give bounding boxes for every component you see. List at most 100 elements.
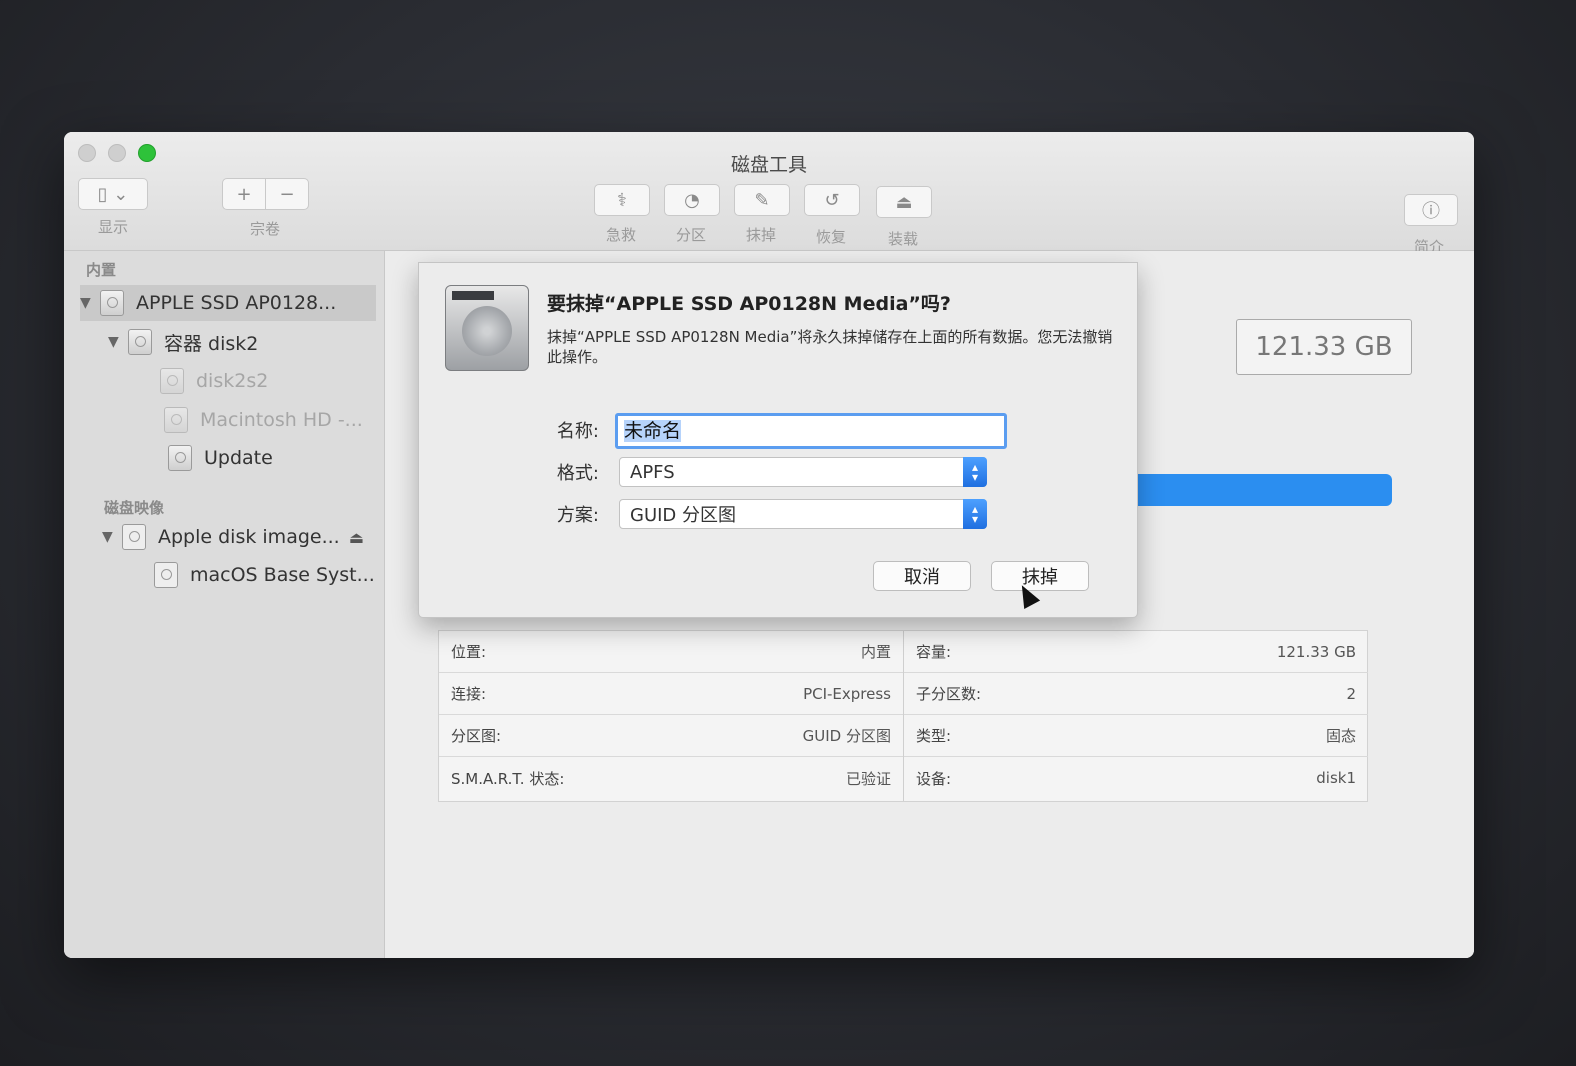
volume-label: 宗卷 (249, 220, 280, 238)
info-value: PCI-Express (803, 684, 891, 703)
info-key: 子分区数: (916, 685, 982, 703)
info-column-left: 位置: 内置 连接: PCI-Express 分区图: GUID 分区图 S.M.A.… (439, 631, 903, 801)
sidebar-item-disk-image[interactable]: ▼ Apple disk image... ⏏ (102, 519, 364, 555)
volume-icon (168, 445, 192, 471)
sidebar-item-base-system[interactable]: macOS Base Syst... (154, 557, 375, 593)
updown-chevron-icon: ▴ ▾ (963, 457, 987, 487)
usage-bar (1114, 474, 1392, 506)
updown-chevron-icon: ▴ ▾ (963, 499, 987, 529)
chevron-down-icon: ⌄ (113, 183, 129, 205)
sidebar-item-macintosh-hd[interactable]: Macintosh HD -... (164, 402, 363, 438)
first-aid-button[interactable]: ⚕ (594, 184, 650, 216)
sidebar-item-update[interactable]: Update (168, 440, 273, 476)
info-row: 设备: disk1 (904, 757, 1368, 799)
view-label: 显示 (97, 218, 128, 236)
info-row: 子分区数: 2 (904, 673, 1368, 715)
dialog-title: 要抹掉“APPLE SSD AP0128N Media”吗? (547, 293, 951, 315)
name-label: 名称: (556, 421, 599, 442)
add-volume-button[interactable]: + (222, 178, 266, 210)
sidebar-item-label: 容器 disk2 (164, 332, 259, 355)
name-field-value: 未命名 (624, 420, 682, 442)
cancel-button[interactable]: 取消 (873, 561, 971, 591)
restore-button[interactable]: ↺ (804, 184, 860, 216)
info-button[interactable]: ⓘ (1404, 194, 1458, 226)
disk-image-icon (122, 524, 146, 550)
disclosure-triangle-icon[interactable]: ▼ (80, 295, 100, 311)
info-value: 2 (1346, 684, 1356, 703)
sidebar: 内置 ▼ APPLE SSD AP0128... ▼ 容器 disk2 disk… (64, 251, 385, 958)
info-row: 容量: 121.33 GB (904, 631, 1368, 673)
capacity-display: 121.33 GB (1236, 319, 1412, 375)
view-button[interactable]: ▯ ⌄ (78, 178, 148, 210)
info-column-right: 容量: 121.33 GB 子分区数: 2 类型: 固态 设备: disk1 (903, 631, 1368, 801)
info-icon: ⓘ (1422, 201, 1440, 222)
erase-button[interactable]: 抹掉 (991, 561, 1089, 591)
pencil-icon: ✎ (754, 189, 770, 211)
partition-label: 分区 (675, 226, 706, 244)
info-value: 121.33 GB (1276, 642, 1356, 661)
section-internal: 内置 (86, 261, 117, 279)
eject-icon[interactable]: ⏏ (349, 528, 364, 547)
sidebar-item-ssd[interactable]: ▼ APPLE SSD AP0128... (80, 285, 376, 321)
info-table: 位置: 内置 连接: PCI-Express 分区图: GUID 分区图 S.M.A.… (438, 630, 1368, 802)
info-value: 已验证 (845, 769, 891, 788)
info-key: 连接: (451, 685, 487, 703)
sidebar-item-label: disk2s2 (196, 370, 269, 392)
window-title: 磁盘工具 (730, 154, 807, 176)
sidebar-item-label: macOS Base Syst... (190, 564, 375, 586)
eject-icon: ⏏ (895, 191, 913, 213)
info-key: 类型: (916, 727, 952, 745)
info-value: GUID 分区图 (802, 727, 891, 745)
sidebar-item-label: Apple disk image... (158, 526, 340, 548)
first-aid-label: 急救 (605, 226, 636, 244)
info-value: 固态 (1325, 727, 1356, 745)
erase-toolbar-label: 抹掉 (745, 226, 776, 244)
disclosure-triangle-icon[interactable]: ▼ (102, 529, 122, 545)
restore-label: 恢复 (815, 228, 846, 246)
sidebar-item-label: APPLE SSD AP0128... (136, 292, 337, 314)
stethoscope-icon: ⚕ (617, 189, 627, 211)
sidebar-item-container[interactable]: ▼ 容器 disk2 (108, 324, 258, 360)
scheme-select[interactable]: GUID 分区图 ▴ ▾ (619, 499, 987, 529)
undo-icon: ↺ (824, 189, 840, 211)
plus-icon: + (236, 183, 252, 205)
erase-toolbar-button[interactable]: ✎ (734, 184, 790, 216)
disclosure-triangle-icon[interactable]: ▼ (108, 334, 128, 350)
remove-volume-button[interactable]: − (265, 178, 309, 210)
container-icon (128, 329, 152, 355)
sidebar-icon: ▯ (97, 183, 108, 205)
info-key: S.M.A.R.T. 状态: (451, 769, 565, 788)
format-select[interactable]: APFS ▴ ▾ (619, 457, 987, 487)
dialog-message: 抹掉“APPLE SSD AP0128N Media”将永久抹掉储存在上面的所有… (547, 328, 1113, 366)
sidebar-item-label: Update (204, 447, 273, 469)
disk-image-icon (154, 562, 178, 588)
mount-button[interactable]: ⏏ (876, 186, 932, 218)
name-field[interactable]: 未命名 (615, 413, 1007, 449)
info-row: 类型: 固态 (904, 715, 1368, 757)
disk-utility-window: 磁盘工具 ▯ ⌄ 显示 + − 宗卷 ⚕ 急救 ◔ 分区 ✎ 抹掉 ↺ 恢复 ⏏… (64, 132, 1474, 958)
scheme-value: GUID 分区图 (630, 505, 737, 526)
info-value: disk1 (1316, 769, 1356, 787)
mount-label: 装载 (887, 230, 918, 248)
hard-drive-icon (445, 285, 529, 371)
volume-icon (160, 368, 184, 394)
info-row: 位置: 内置 (439, 631, 903, 673)
info-key: 位置: (451, 643, 487, 661)
erase-dialog: 要抹掉“APPLE SSD AP0128N Media”吗? 抹掉“APPLE … (418, 262, 1138, 618)
sidebar-item-label: Macintosh HD -... (200, 409, 363, 431)
info-key: 分区图: (451, 727, 502, 745)
volume-icon (164, 407, 188, 433)
info-row: S.M.A.R.T. 状态: 已验证 (439, 757, 903, 799)
info-key: 设备: (916, 769, 952, 788)
info-key: 容量: (916, 643, 952, 661)
pie-chart-icon: ◔ (684, 189, 700, 211)
sidebar-item-disk2s2[interactable]: disk2s2 (160, 363, 268, 399)
info-value: 内置 (860, 643, 891, 661)
scheme-label: 方案: (556, 505, 599, 526)
internal-disk-icon (100, 290, 124, 316)
format-label: 格式: (556, 463, 599, 484)
info-row: 连接: PCI-Express (439, 673, 903, 715)
section-disk-images: 磁盘映像 (104, 499, 165, 517)
partition-button[interactable]: ◔ (664, 184, 720, 216)
toolbar: 磁盘工具 ▯ ⌄ 显示 + − 宗卷 ⚕ 急救 ◔ 分区 ✎ 抹掉 ↺ 恢复 ⏏… (64, 132, 1474, 256)
